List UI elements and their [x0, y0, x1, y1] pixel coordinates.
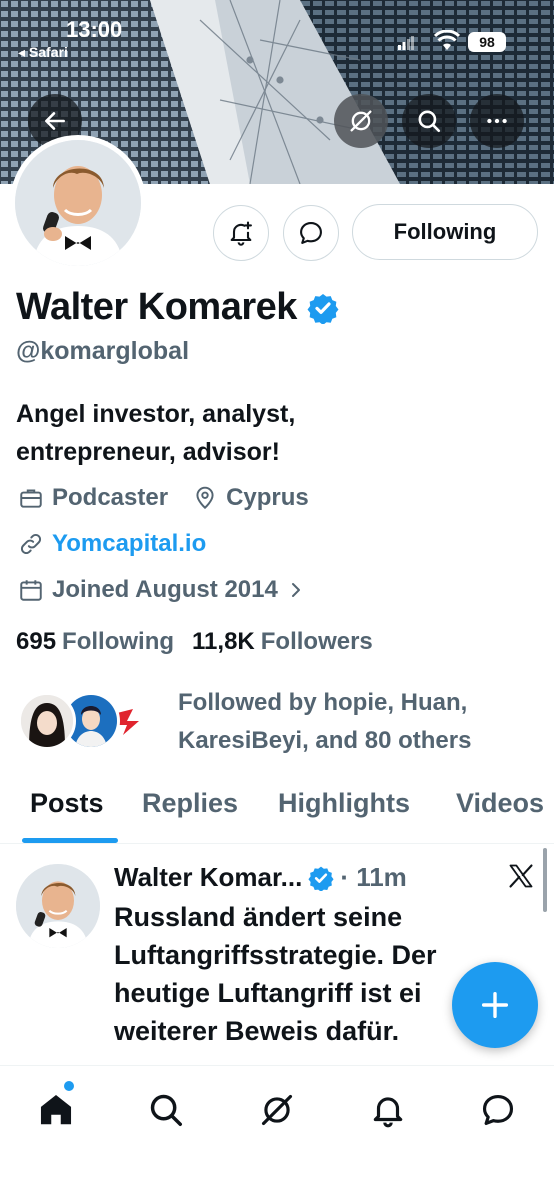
profile-avatar[interactable]: [10, 135, 146, 271]
search-icon: [418, 110, 441, 133]
bell-plus-icon: [230, 221, 252, 246]
avatar: [15, 140, 141, 266]
followers-label: Followers: [260, 628, 373, 655]
chevron-right-icon: [291, 583, 300, 597]
x-logo-icon: [509, 864, 533, 888]
nav-home[interactable]: [32, 1086, 80, 1134]
compose-button[interactable]: [452, 962, 538, 1048]
back-to-safari-link[interactable]: ◂ Safari: [18, 44, 68, 61]
following-count-link[interactable]: 695 Following: [16, 628, 174, 656]
notifications-toggle-button[interactable]: [213, 205, 269, 261]
profile-joined-row[interactable]: Joined August 2014: [16, 575, 304, 605]
nav-search[interactable]: [142, 1086, 190, 1134]
tab-videos[interactable]: Videos: [456, 788, 544, 819]
status-bar: 13:00 ◂ Safari 98: [0, 0, 554, 60]
calendar-icon: [16, 575, 46, 605]
battery-indicator: 98: [468, 32, 506, 52]
unread-indicator-dot: [64, 1081, 74, 1091]
status-time: 13:00: [66, 17, 123, 42]
profile-location: Cyprus: [226, 484, 309, 511]
verified-badge-icon: [308, 866, 334, 891]
tab-highlights[interactable]: Highlights: [278, 788, 410, 819]
link-icon: [16, 529, 46, 559]
nav-notifications[interactable]: [364, 1086, 412, 1134]
tweet-author-name[interactable]: Walter Komar...: [114, 862, 302, 893]
tweet-text-line: weiterer Beweis dafür.: [114, 1016, 400, 1046]
bell-icon: [373, 1097, 403, 1128]
profile-website-link[interactable]: Yomcapital.io: [52, 530, 206, 558]
tweet-text-line: Russland ändert seine: [114, 902, 403, 932]
following-label: Following: [62, 628, 175, 655]
profile-tabs: Posts Replies Highlights Videos: [0, 770, 554, 844]
grok-icon: [261, 1094, 293, 1126]
profile-website-row: Yomcapital.io: [16, 529, 206, 559]
following-button[interactable]: Following: [352, 204, 538, 260]
profile-handle: @komarglobal: [16, 337, 190, 365]
active-tab-indicator: [22, 838, 118, 843]
following-count: 695: [16, 628, 57, 655]
followed-by-line: KaresiBeyi, and 80 others: [178, 727, 472, 754]
location-pin-icon: [190, 483, 220, 513]
follow-counts: 695 Following 11,8K Followers: [16, 628, 373, 656]
arrow-left-icon: [45, 112, 65, 130]
avatar-image: [16, 864, 100, 948]
home-icon: [40, 1094, 72, 1125]
tweet-author-avatar[interactable]: [16, 864, 100, 948]
briefcase-icon: [16, 483, 46, 513]
nav-messages[interactable]: [474, 1086, 522, 1134]
signal-icon: [398, 36, 414, 50]
profile-name: Walter Komarek: [16, 286, 297, 328]
followed-by-line: Followed by hopie, Huan,: [178, 689, 468, 716]
grok-icon: [350, 110, 372, 132]
profile-joined-date: Joined August 2014: [52, 576, 278, 603]
message-button[interactable]: [283, 205, 339, 261]
profile-name-row: Walter Komarek: [16, 286, 339, 329]
message-icon: [482, 1094, 514, 1126]
search-icon: [150, 1094, 182, 1126]
more-button[interactable]: [470, 94, 524, 148]
tweet-text-line: heutige Luftangriff ist ei: [114, 978, 422, 1008]
bio-line: Angel investor, analyst,: [16, 400, 296, 428]
avatar-image: [15, 140, 141, 266]
tweet-text-line: Luftangriffsstrategie. Der: [114, 940, 437, 970]
plus-icon: [481, 991, 509, 1019]
followed-by-text[interactable]: Followed by hopie, Huan, KaresiBeyi, and…: [178, 684, 548, 760]
wifi-icon: [434, 30, 460, 50]
search-button[interactable]: [402, 94, 456, 148]
tweet-timestamp: · 11m: [340, 862, 407, 892]
tweet-header: Walter Komar... · 11m: [114, 862, 407, 893]
profile-meta-row: Podcaster Cyprus: [16, 483, 309, 513]
bio-line: entrepreneur, advisor!: [16, 438, 280, 466]
tab-replies[interactable]: Replies: [142, 788, 238, 819]
followers-count: 11,8K: [192, 628, 255, 655]
message-icon: [300, 222, 322, 244]
tab-posts[interactable]: Posts: [30, 788, 104, 819]
scrollbar[interactable]: [543, 848, 547, 912]
more-icon: [487, 118, 507, 124]
grok-button[interactable]: [334, 94, 388, 148]
nav-grok[interactable]: [253, 1086, 301, 1134]
follower-avatar: [18, 692, 76, 750]
tweet-text[interactable]: Russland ändert seine Luftangriffsstrate…: [114, 898, 474, 1050]
profile-bio: Angel investor, analyst, entrepreneur, a…: [16, 395, 536, 471]
bottom-navigation: [0, 1065, 554, 1199]
verified-badge-icon: [307, 292, 339, 324]
profile-occupation: Podcaster: [52, 484, 169, 511]
followers-count-link[interactable]: 11,8K Followers: [192, 628, 373, 656]
